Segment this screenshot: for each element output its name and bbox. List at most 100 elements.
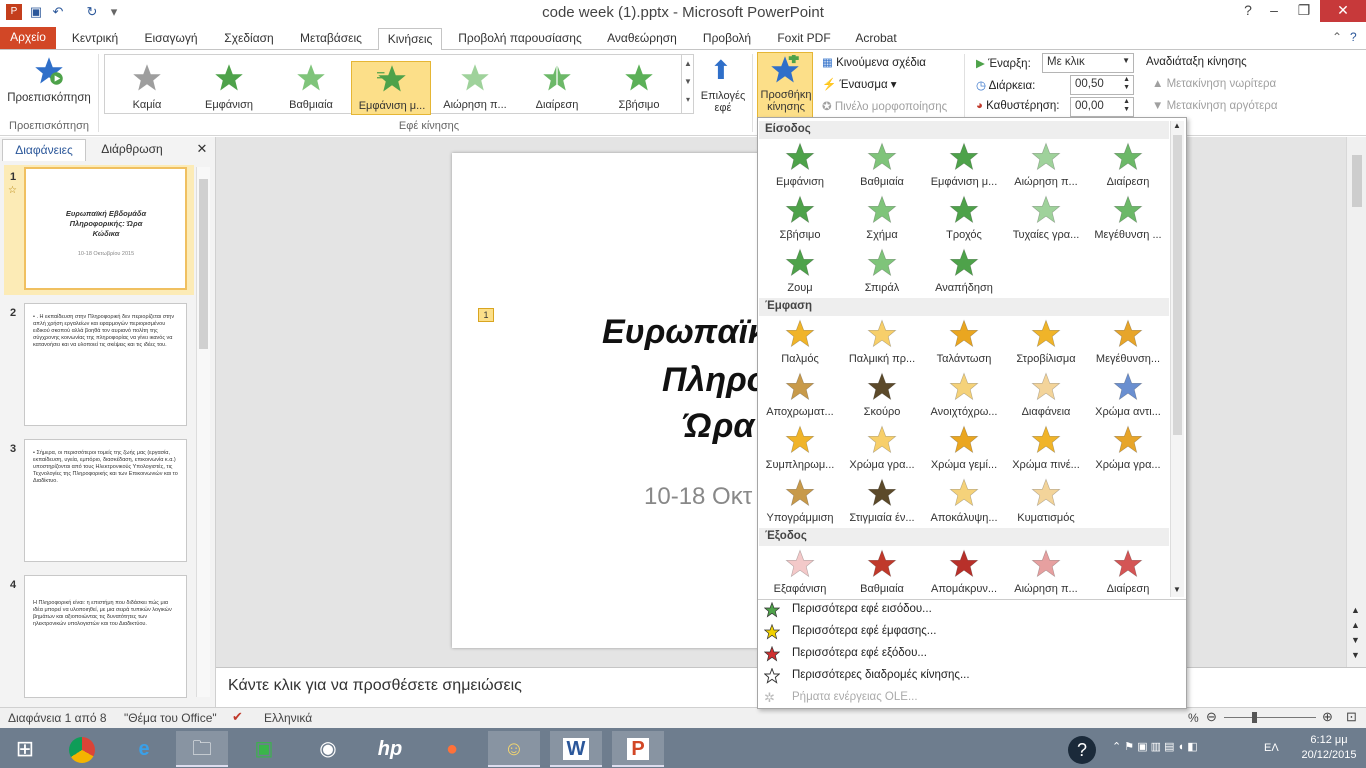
gallery-fly-in[interactable]: Εμφάνιση μ... (351, 61, 431, 115)
animation-order-marker[interactable]: 1 (478, 308, 494, 322)
spellcheck-icon[interactable]: ✔ (232, 709, 243, 725)
entrance-effect[interactable]: Σχήμα (841, 193, 923, 245)
exit-effect[interactable]: Διαίρεση (1087, 547, 1169, 599)
zoom-in-icon[interactable]: ⊕ (1322, 709, 1333, 725)
entrance-effect[interactable]: Αναπήδηση (923, 246, 1005, 298)
slide-thumbnail-2[interactable]: • . Η εκπαίδευση στην Πληροφορική δεν πε… (24, 303, 187, 426)
language-indicator[interactable]: Ελληνικά (264, 711, 312, 725)
close-pane-icon[interactable]: ✕ (192, 139, 212, 161)
entrance-effect[interactable]: Ζουμ (759, 246, 841, 298)
exit-effect[interactable]: Απομάκρυν... (923, 547, 1005, 599)
close-button[interactable]: ✕ (1320, 0, 1366, 22)
zoom-slider[interactable] (1224, 717, 1316, 718)
help-taskbar-icon[interactable]: ? (1062, 731, 1102, 767)
entrance-effect[interactable]: Μεγέθυνση ... (1087, 193, 1169, 245)
gallery-wipe[interactable]: Σβήσιμο (599, 61, 679, 115)
slide-thumbnail-1[interactable]: Ευρωπαϊκή Εβδομάδα Πληροφορικής: Ώρα Κώδ… (24, 167, 187, 290)
zoom-out-icon[interactable]: ⊖ (1206, 709, 1217, 725)
emphasis-effect[interactable]: Χρώμα γρα... (841, 423, 923, 475)
emphasis-effect[interactable]: Χρώμα γεμί... (923, 423, 1005, 475)
emphasis-effect[interactable]: Παλμική πρ... (841, 317, 923, 369)
tab-view[interactable]: Προβολή (696, 28, 758, 50)
tab-foxit[interactable]: Foxit PDF (770, 28, 838, 50)
preview-button[interactable]: Προεπισκόπηση (4, 54, 94, 114)
word-icon[interactable]: W (550, 731, 602, 767)
gallery-fade[interactable]: Βαθμιαία (271, 61, 351, 115)
workspace-scrollbar[interactable]: ▲ ▲ ▼ ▼ (1346, 137, 1366, 667)
system-clock[interactable]: 6:12 μμ 20/12/2015 (1296, 733, 1362, 763)
input-language[interactable]: ΕΛ (1264, 742, 1279, 754)
collapse-ribbon-icon[interactable]: ⌃ (1332, 30, 1342, 44)
tab-acrobat[interactable]: Acrobat (848, 28, 904, 50)
restore-button[interactable]: ❐ (1290, 0, 1318, 22)
entrance-effect[interactable]: Σπιράλ (841, 246, 923, 298)
tab-insert[interactable]: Εισαγωγή (138, 28, 204, 50)
more-motion-paths[interactable]: Περισσότερες διαδρομές κίνησης... (762, 666, 1182, 688)
entrance-effect[interactable]: Τυχαίες γρα... (1005, 193, 1087, 245)
internet-explorer-icon[interactable]: e (118, 731, 170, 767)
emphasis-effect[interactable]: Ανοιχτόχρω... (923, 370, 1005, 422)
entrance-effect[interactable]: Εμφάνιση μ... (923, 140, 1005, 192)
entrance-effect[interactable]: Βαθμιαία (841, 140, 923, 192)
dropdown-scrollbar[interactable]: ▲ ▼ (1170, 121, 1184, 597)
firefox-icon[interactable]: ● (426, 731, 478, 767)
zoom-slider-thumb[interactable] (1252, 712, 1257, 723)
hp-icon[interactable]: hp (364, 731, 416, 767)
gallery-none[interactable]: Καμία (107, 61, 187, 115)
exit-effect[interactable]: Αιώρηση π... (1005, 547, 1087, 599)
animation-painter-button[interactable]: ✪ Πινέλο μορφοποίησης (822, 99, 947, 113)
tab-slides[interactable]: Διαφάνειες (2, 139, 86, 161)
ole-action-verbs[interactable]: ✲ Ρήματα ενέργειας OLE... (762, 688, 1182, 710)
store-icon[interactable]: ▣ (238, 731, 290, 767)
scroll-up-icon[interactable]: ▲ (1173, 121, 1181, 130)
page-nav-icons[interactable]: ▲ ▲ ▼ ▼ (1351, 603, 1360, 663)
entrance-effect[interactable]: Αιώρηση π... (1005, 140, 1087, 192)
emphasis-effect[interactable]: Ταλάντωση (923, 317, 1005, 369)
more-exit-effects[interactable]: Περισσότερα εφέ εξόδου... (762, 644, 1182, 666)
emphasis-effect[interactable]: Συμπληρωμ... (759, 423, 841, 475)
emphasis-effect[interactable]: Στιγμιαία έν... (841, 476, 923, 528)
emphasis-effect[interactable]: Διαφάνεια (1005, 370, 1087, 422)
people-icon[interactable]: ☺ (488, 731, 540, 767)
help-icon[interactable]: ? (1234, 0, 1262, 22)
minimize-button[interactable]: – (1260, 0, 1288, 22)
emphasis-effect[interactable]: Σκούρο (841, 370, 923, 422)
duration-spinner[interactable]: 00,50 ▲ ▼ (1070, 75, 1134, 95)
tab-review[interactable]: Αναθεώρηση (600, 28, 684, 50)
emphasis-effect[interactable]: Κυματισμός (1005, 476, 1087, 528)
exit-effect[interactable]: Βαθμιαία (841, 547, 923, 599)
animation-pane-button[interactable]: ▦ Κινούμενα σχέδια (822, 55, 926, 69)
help-ribbon-icon[interactable]: ? (1350, 30, 1357, 44)
slide-thumbnail-4[interactable]: Η Πληροφορική είναι: η επιστήμη που διδά… (24, 575, 187, 698)
emphasis-effect[interactable]: Αποκάλυψη... (923, 476, 1005, 528)
emphasis-effect[interactable]: Χρώμα πινέ... (1005, 423, 1087, 475)
tray-icons[interactable]: ⌃ ⚑ ▣ ▥ ▤ ◖ ◧ (1112, 740, 1198, 753)
emphasis-effect[interactable]: Παλμός (759, 317, 841, 369)
start-windows-icon[interactable]: ⊞ (0, 731, 50, 767)
emphasis-effect[interactable]: Στροβίλισμα (1005, 317, 1087, 369)
gallery-scroll[interactable]: ▲ ▼ ▾ (681, 55, 694, 113)
more-entrance-effects[interactable]: Περισσότερα εφέ εισόδου... (762, 600, 1182, 622)
add-animation-button[interactable]: Προσθήκη κίνησης (757, 52, 813, 118)
slide-thumbnail-3[interactable]: • Σήμερα, οι περισσότεροι τομείς της ζωή… (24, 439, 187, 562)
chrome-icon[interactable] (56, 731, 108, 767)
tab-file[interactable]: Αρχείο (0, 27, 56, 49)
tab-transitions[interactable]: Μεταβάσεις (294, 28, 368, 50)
gallery-float-in[interactable]: Αιώρηση π... (435, 61, 515, 115)
theme-name[interactable]: "Θέμα του Office" (124, 711, 217, 725)
emphasis-effect[interactable]: Υπογράμμιση (759, 476, 841, 528)
tab-animations[interactable]: Κινήσεις (378, 28, 442, 51)
entrance-effect[interactable]: Σβήσιμο (759, 193, 841, 245)
emphasis-effect[interactable]: Χρώμα αντι... (1087, 370, 1169, 422)
start-select[interactable]: Με κλικ ▼ (1042, 53, 1134, 73)
emphasis-effect[interactable]: Αποχρωματ... (759, 370, 841, 422)
scroll-thumb[interactable] (199, 179, 208, 349)
powerpoint-taskbar-icon[interactable]: P (612, 731, 664, 767)
delay-spinner[interactable]: 00,00 ▲ ▼ (1070, 97, 1134, 117)
media-icon[interactable]: ◉ (302, 731, 354, 767)
gallery-split[interactable]: Διαίρεση (517, 61, 597, 115)
entrance-effect[interactable]: Διαίρεση (1087, 140, 1169, 192)
entrance-effect[interactable]: Τροχός (923, 193, 1005, 245)
tab-home[interactable]: Κεντρική (64, 28, 126, 50)
emphasis-effect[interactable]: Χρώμα γρα... (1087, 423, 1169, 475)
